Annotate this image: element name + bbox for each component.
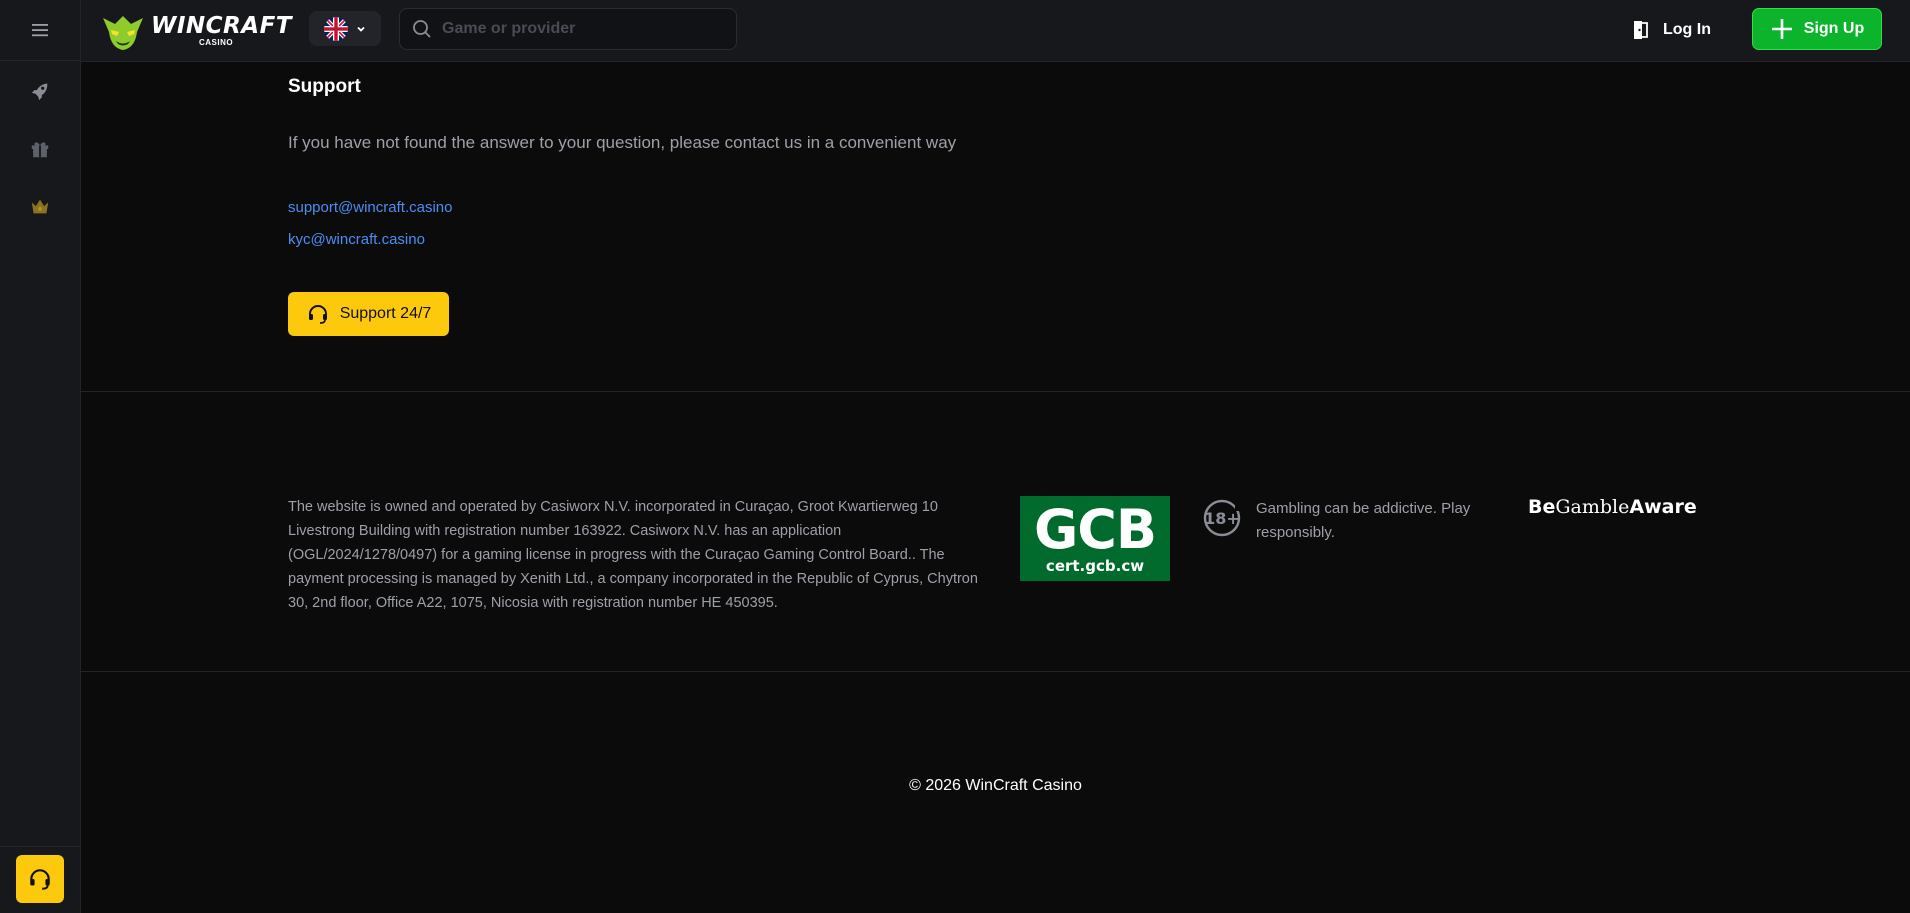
gift-icon xyxy=(31,142,49,158)
headset-icon xyxy=(308,305,327,324)
menu-button[interactable] xyxy=(0,0,80,61)
login-door-icon xyxy=(1634,21,1648,39)
support-email-link[interactable]: support@wincraft.casino xyxy=(288,199,452,216)
logo-wordmark: WINCRAFT xyxy=(151,13,292,39)
sidebar-support-button[interactable] xyxy=(16,855,64,903)
footer-divider xyxy=(81,671,1910,672)
search-input[interactable] xyxy=(442,20,712,38)
support-title: Support xyxy=(288,76,361,97)
sidebar xyxy=(0,0,81,913)
age-warning-text: Gambling can be addictive. Play responsi… xyxy=(1256,500,1471,541)
gcb-certificate-badge[interactable]: GCB cert.gcb.cw xyxy=(1020,496,1170,581)
svg-text:18+: 18+ xyxy=(1204,509,1240,528)
sidebar-item-gift[interactable] xyxy=(0,120,80,178)
language-selector[interactable] xyxy=(309,11,381,46)
rocket-icon xyxy=(31,83,48,101)
plus-icon xyxy=(1771,19,1792,39)
goblin-logo-icon xyxy=(103,16,143,50)
bga-aware: Aware xyxy=(1629,496,1697,518)
site-logo[interactable]: WINCRAFT CASINO xyxy=(101,9,292,53)
main-content: Support If you have not found the answer… xyxy=(81,62,1910,913)
logo-subtitle: CASINO xyxy=(199,38,234,47)
kyc-email-link[interactable]: kyc@wincraft.casino xyxy=(288,231,425,248)
age-18-plus-icon: 18+ xyxy=(1203,499,1244,537)
support-button-label: Support 24/7 xyxy=(339,305,432,322)
sidebar-item-rocket[interactable] xyxy=(0,62,80,120)
support-24-7-button[interactable]: Support 24/7 xyxy=(288,292,449,336)
chevron-down-icon xyxy=(357,26,365,32)
legal-text: The website is owned and operated by Cas… xyxy=(288,499,978,611)
uk-flag-icon xyxy=(324,16,348,41)
menu-icon xyxy=(32,24,48,37)
top-header: WINCRAFT CASINO Game or provider Log In … xyxy=(81,0,1910,62)
bga-gamble: Gamble xyxy=(1555,496,1630,518)
crown-icon xyxy=(31,199,49,214)
copyright-text: © 2026 WinCraft Casino xyxy=(909,777,1082,794)
login-label: Log In xyxy=(1663,21,1711,38)
signup-button[interactable]: Sign Up xyxy=(1752,8,1882,50)
search-box xyxy=(399,8,737,50)
login-button[interactable]: Log In xyxy=(1631,14,1711,46)
section-divider xyxy=(81,391,1910,392)
bga-be: Be xyxy=(1528,496,1556,518)
headset-icon xyxy=(30,869,50,890)
search-icon xyxy=(413,20,431,38)
signup-label: Sign Up xyxy=(1803,20,1865,37)
responsible-gambling-notice: 18+ Gambling can be addictive. Play resp… xyxy=(1202,497,1486,545)
gcb-cert-url: cert.gcb.cw xyxy=(1045,556,1145,575)
support-description: If you have not found the answer to your… xyxy=(288,133,957,152)
gcb-logo-text: GCB xyxy=(1033,497,1157,561)
sidebar-divider xyxy=(0,846,80,847)
sidebar-item-crown[interactable] xyxy=(0,178,80,236)
begambleaware-logo[interactable]: BeGambleAware xyxy=(1528,496,1697,518)
